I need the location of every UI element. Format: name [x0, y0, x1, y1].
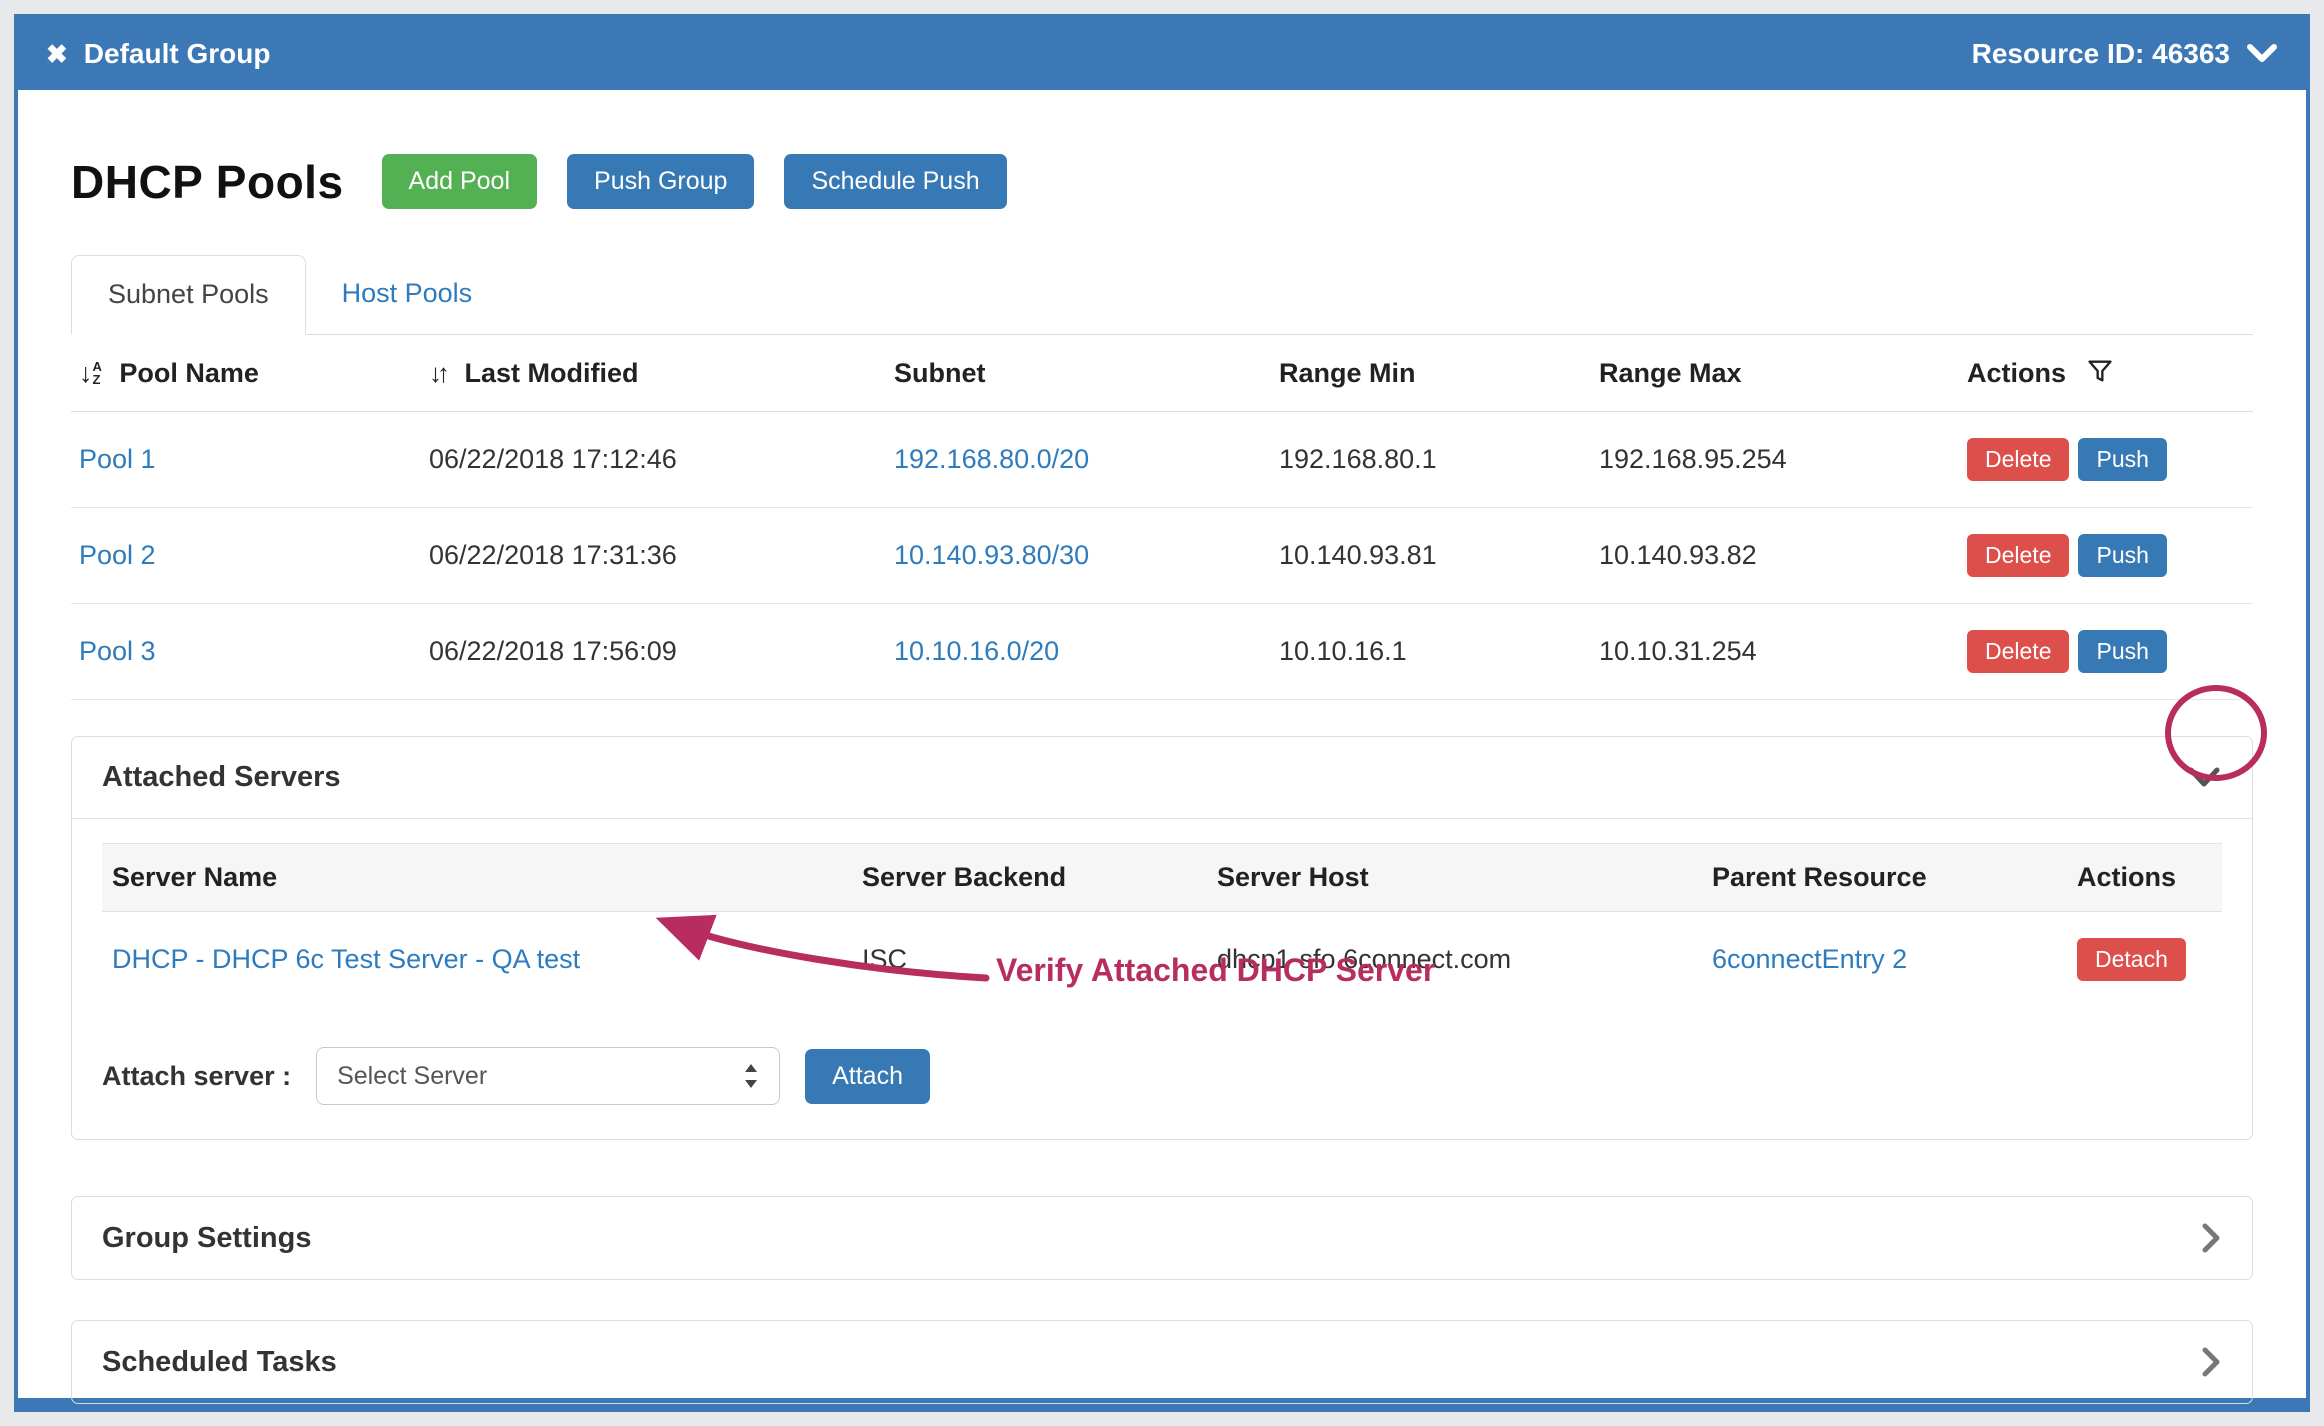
delete-pool-button[interactable]: Delete	[1967, 630, 2069, 673]
col-pool-name[interactable]: Pool Name	[119, 358, 259, 388]
attach-server-row: Attach server : Select Server Attach	[102, 1047, 2222, 1105]
chevron-right-icon[interactable]	[2200, 1345, 2222, 1379]
col-actions: Actions	[1967, 358, 2066, 388]
col-last-modified[interactable]: Last Modified	[465, 358, 639, 388]
attached-servers-title: Attached Servers	[102, 761, 341, 794]
title-row: DHCP Pools Add Pool Push Group Schedule …	[71, 154, 2253, 209]
server-row: DHCP - DHCP 6c Test Server - QA test ISC…	[102, 912, 2222, 1008]
parent-resource-link[interactable]: 6connectEntry 2	[1712, 944, 1907, 974]
sort-alpha-icon[interactable]: ↓AZ	[79, 358, 102, 389]
filter-icon[interactable]	[2086, 357, 2114, 385]
attach-button[interactable]: Attach	[805, 1049, 930, 1104]
sort-updown-icon[interactable]: ↓↑	[429, 358, 445, 388]
delete-pool-button[interactable]: Delete	[1967, 438, 2069, 481]
panel-header: ✖ Default Group Resource ID: 46363	[18, 18, 2306, 90]
pool-name-link[interactable]: Pool 1	[79, 444, 156, 474]
pool-last-modified: 06/22/2018 17:56:09	[421, 604, 886, 700]
resource-id-toggle[interactable]: Resource ID: 46363	[1972, 38, 2278, 70]
col-server-backend: Server Backend	[852, 844, 1207, 912]
col-range-max: Range Max	[1599, 358, 1742, 388]
pool-tabs: Subnet Pools Host Pools	[71, 255, 2253, 335]
page-title: DHCP Pools	[71, 155, 344, 209]
pool-row: Pool 2 06/22/2018 17:31:36 10.140.93.80/…	[71, 508, 2253, 604]
pool-range-max: 10.140.93.82	[1591, 508, 1959, 604]
push-group-button[interactable]: Push Group	[567, 154, 754, 209]
group-settings-accordion[interactable]: Group Settings	[71, 1196, 2253, 1280]
content-area: DHCP Pools Add Pool Push Group Schedule …	[18, 90, 2306, 1404]
schedule-push-button[interactable]: Schedule Push	[784, 154, 1006, 209]
col-server-actions: Actions	[2067, 844, 2222, 912]
push-pool-button[interactable]: Push	[2078, 438, 2166, 481]
chevron-down-icon	[2246, 44, 2278, 64]
group-settings-label: Group Settings	[102, 1222, 311, 1255]
pool-subnet-link[interactable]: 10.140.93.80/30	[894, 540, 1089, 570]
pool-range-min: 10.140.93.81	[1271, 508, 1591, 604]
attach-server-label: Attach server :	[102, 1061, 291, 1092]
col-parent-resource: Parent Resource	[1702, 844, 2067, 912]
server-select[interactable]: Select Server	[316, 1047, 780, 1105]
select-updown-icon	[743, 1062, 759, 1090]
server-host: dhcp1-sfo.6connect.com	[1207, 912, 1702, 1008]
scheduled-tasks-label: Scheduled Tasks	[102, 1346, 337, 1379]
pool-subnet-link[interactable]: 192.168.80.0/20	[894, 444, 1089, 474]
pool-last-modified: 06/22/2018 17:31:36	[421, 508, 886, 604]
attached-servers-header[interactable]: Attached Servers	[72, 737, 2252, 819]
server-name-link[interactable]: DHCP - DHCP 6c Test Server - QA test	[112, 944, 580, 974]
pool-subnet-link[interactable]: 10.10.16.0/20	[894, 636, 1059, 666]
group-title: Default Group	[84, 38, 271, 70]
servers-header-row: Server Name Server Backend Server Host P…	[102, 844, 2222, 912]
col-server-name: Server Name	[102, 844, 852, 912]
servers-table: Server Name Server Backend Server Host P…	[102, 843, 2222, 1007]
pool-range-max: 10.10.31.254	[1591, 604, 1959, 700]
push-pool-button[interactable]: Push	[2078, 630, 2166, 673]
col-subnet: Subnet	[894, 358, 986, 388]
attached-servers-body: Server Name Server Backend Server Host P…	[72, 819, 2252, 1139]
chevron-down-icon[interactable]	[2186, 766, 2222, 790]
delete-pool-button[interactable]: Delete	[1967, 534, 2069, 577]
col-range-min: Range Min	[1279, 358, 1416, 388]
pool-range-min: 10.10.16.1	[1271, 604, 1591, 700]
col-server-host: Server Host	[1207, 844, 1702, 912]
add-pool-button[interactable]: Add Pool	[382, 154, 537, 209]
pool-row: Pool 1 06/22/2018 17:12:46 192.168.80.0/…	[71, 412, 2253, 508]
pool-name-link[interactable]: Pool 2	[79, 540, 156, 570]
default-group-panel: ✖ Default Group Resource ID: 46363 DHCP …	[14, 14, 2310, 1412]
pool-range-min: 192.168.80.1	[1271, 412, 1591, 508]
server-backend: ISC	[852, 912, 1207, 1008]
tab-host-pools[interactable]: Host Pools	[306, 255, 509, 334]
pool-range-max: 192.168.95.254	[1591, 412, 1959, 508]
push-pool-button[interactable]: Push	[2078, 534, 2166, 577]
attached-servers-panel: Attached Servers Server Name Server Back…	[71, 736, 2253, 1140]
close-icon[interactable]: ✖	[46, 39, 68, 70]
resource-id-label: Resource ID: 46363	[1972, 38, 2230, 70]
chevron-right-icon[interactable]	[2200, 1221, 2222, 1255]
scheduled-tasks-accordion[interactable]: Scheduled Tasks	[71, 1320, 2253, 1404]
pool-name-link[interactable]: Pool 3	[79, 636, 156, 666]
server-select-value: Select Server	[337, 1062, 487, 1091]
pools-header-row: ↓AZ Pool Name ↓↑ Last Modified Subnet Ra…	[71, 335, 2253, 412]
pools-table: ↓AZ Pool Name ↓↑ Last Modified Subnet Ra…	[71, 335, 2253, 700]
detach-server-button[interactable]: Detach	[2077, 938, 2186, 981]
pool-row: Pool 3 06/22/2018 17:56:09 10.10.16.0/20…	[71, 604, 2253, 700]
pool-last-modified: 06/22/2018 17:12:46	[421, 412, 886, 508]
tab-subnet-pools[interactable]: Subnet Pools	[71, 255, 306, 335]
